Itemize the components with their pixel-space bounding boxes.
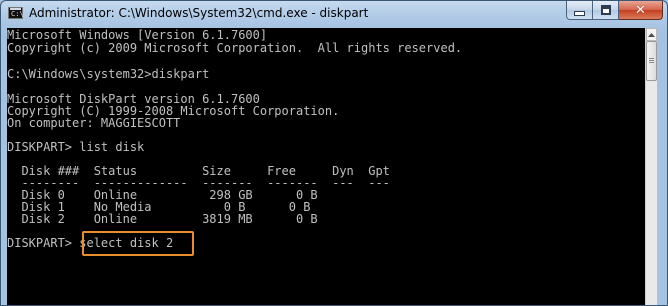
close-button[interactable]: ✕ <box>619 1 663 20</box>
window-title: Administrator: C:\Windows\System32\cmd.e… <box>29 6 369 20</box>
chevron-up-icon <box>648 32 655 37</box>
scroll-up-button[interactable] <box>646 28 657 41</box>
console-line: DISKPART> list disk <box>7 140 145 154</box>
minimize-button[interactable] <box>566 1 593 20</box>
cmd-icon[interactable]: C:\ <box>8 7 24 19</box>
grip-line <box>649 62 654 63</box>
console-line: Disk 2 Online 3819 MB 0 B <box>7 212 318 226</box>
close-icon: ✕ <box>635 2 646 18</box>
cmd-icon-text: C:\ <box>11 10 24 18</box>
console-line: Microsoft Windows [Version 6.1.7600] <box>7 28 268 42</box>
grip-line <box>649 58 654 59</box>
window-frame-right <box>657 28 667 305</box>
vertical-scrollbar[interactable] <box>645 28 657 305</box>
console-area[interactable]: Microsoft Windows [Version 6.1.7600] Cop… <box>7 28 657 305</box>
console-line: Copyright (c) 2009 Microsoft Corporation… <box>7 41 463 55</box>
command-highlight-box <box>82 231 194 256</box>
minimize-icon <box>574 10 585 16</box>
title-bar[interactable]: C:\ Administrator: C:\Windows\System32\c… <box>1 1 667 27</box>
maximize-button[interactable] <box>593 1 619 20</box>
console-output[interactable]: Microsoft Windows [Version 6.1.7600] Cop… <box>7 28 645 305</box>
maximize-icon <box>600 5 611 15</box>
console-line: C:\Windows\system32>diskpart <box>7 67 210 81</box>
scrollbar-thumb[interactable] <box>646 41 657 81</box>
cmd-window: C:\ Administrator: C:\Windows\System32\c… <box>0 0 668 306</box>
console-line: On computer: MAGGIESCOTT <box>7 116 181 130</box>
grip-line <box>649 60 654 61</box>
caption-buttons: ✕ <box>566 1 663 20</box>
